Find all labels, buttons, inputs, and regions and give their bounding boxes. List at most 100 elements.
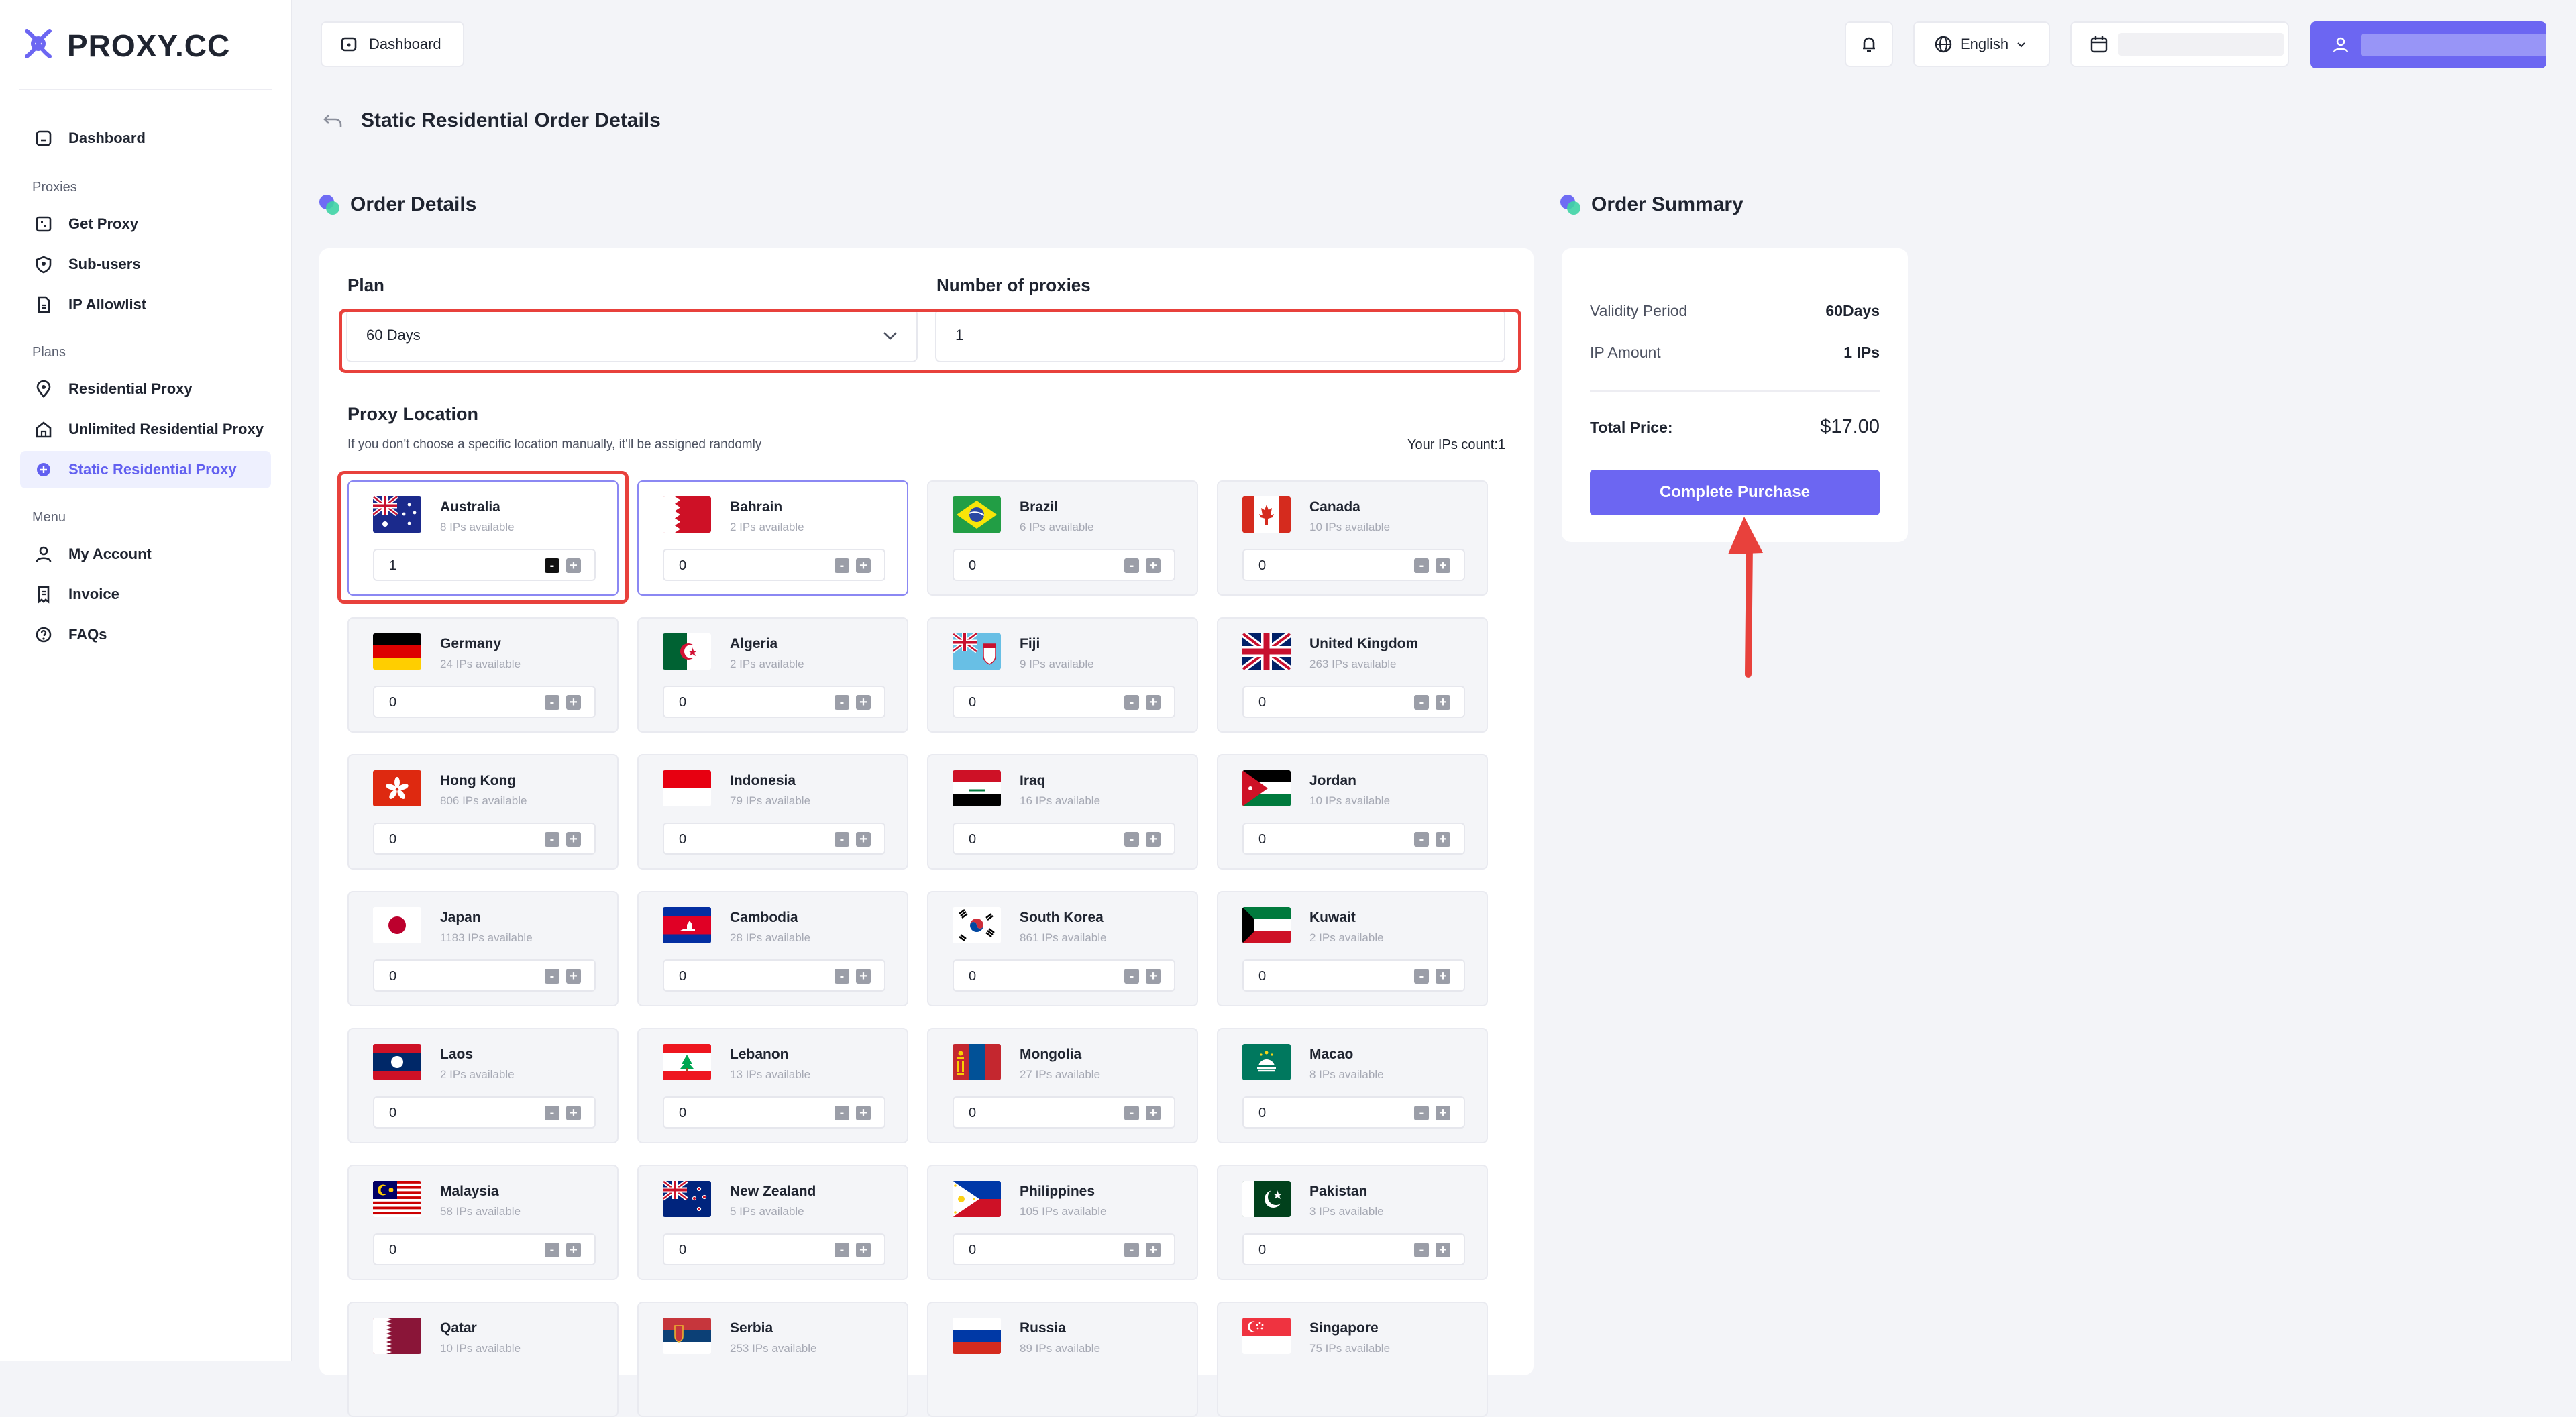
plan-select[interactable]: 60 Days [346,309,918,362]
sidebar-item-sub-users[interactable]: Sub-users [20,246,271,283]
num-proxies-input[interactable]: 1 [935,309,1505,362]
sidebar-item-my-account[interactable]: My Account [20,535,271,573]
increment-button[interactable]: + [1436,969,1450,984]
sidebar-item-ip-allowlist[interactable]: IP Allowlist [20,286,271,323]
quantity-stepper[interactable]: 0 - + [1242,549,1465,581]
decrement-button[interactable]: - [835,695,849,710]
account-button[interactable] [2310,21,2546,68]
decrement-button[interactable]: - [1414,1106,1429,1120]
decrement-button[interactable]: - [835,1106,849,1120]
increment-button[interactable]: + [1436,1106,1450,1120]
decrement-button[interactable]: - [1414,832,1429,847]
quantity-stepper[interactable]: 0 - + [1242,823,1465,855]
location-card-laos[interactable]: Laos 2 IPs available 0 - + [347,1028,619,1143]
decrement-button[interactable]: - [1414,695,1429,710]
increment-button[interactable]: + [1146,1106,1161,1120]
increment-button[interactable]: + [566,969,581,984]
location-card-mongolia[interactable]: Mongolia 27 IPs available 0 - + [927,1028,1198,1143]
increment-button[interactable]: + [1436,1243,1450,1257]
increment-button[interactable]: + [1436,832,1450,847]
quantity-stepper[interactable]: 0 - + [663,1096,885,1129]
notification-button[interactable] [1845,21,1893,67]
location-card-germany[interactable]: Germany 24 IPs available 0 - + [347,617,619,733]
quantity-stepper[interactable]: 0 - + [1242,959,1465,992]
location-card-algeria[interactable]: Algeria 2 IPs available 0 - + [637,617,908,733]
quantity-stepper[interactable]: 0 - + [663,686,885,718]
sidebar-item-faqs[interactable]: FAQs [20,616,271,653]
location-card-hong-kong[interactable]: Hong Kong 806 IPs available 0 - + [347,754,619,870]
quantity-stepper[interactable]: 0 - + [373,1233,596,1265]
quantity-stepper[interactable]: 0 - + [953,1233,1175,1265]
location-card-lebanon[interactable]: Lebanon 13 IPs available 0 - + [637,1028,908,1143]
decrement-button[interactable]: - [1414,558,1429,573]
increment-button[interactable]: + [856,1106,871,1120]
decrement-button[interactable]: - [545,832,559,847]
date-field[interactable] [2070,21,2289,67]
increment-button[interactable]: + [856,695,871,710]
location-card-jordan[interactable]: Jordan 10 IPs available 0 - + [1217,754,1488,870]
sidebar-item-residential-proxy[interactable]: Residential Proxy [20,370,271,408]
increment-button[interactable]: + [1146,969,1161,984]
location-card-brazil[interactable]: Brazil 6 IPs available 0 - + [927,480,1198,596]
location-card-new-zealand[interactable]: New Zealand 5 IPs available 0 - + [637,1165,908,1280]
increment-button[interactable]: + [856,969,871,984]
breadcrumb[interactable]: Dashboard [321,21,464,67]
quantity-stepper[interactable]: 0 - + [953,1096,1175,1129]
quantity-stepper[interactable]: 0 - + [373,1096,596,1129]
increment-button[interactable]: + [1436,558,1450,573]
quantity-stepper[interactable]: 0 - + [1242,686,1465,718]
decrement-button[interactable]: - [545,1243,559,1257]
sidebar-item-static-residential-proxy[interactable]: Static Residential Proxy [20,451,271,488]
increment-button[interactable]: + [1146,832,1161,847]
location-card-japan[interactable]: Japan 1183 IPs available 0 - + [347,891,619,1006]
location-card-singapore[interactable]: Singapore 75 IPs available [1217,1302,1488,1417]
quantity-stepper[interactable]: 0 - + [373,959,596,992]
decrement-button[interactable]: - [545,695,559,710]
location-card-fiji[interactable]: Fiji 9 IPs available 0 - + [927,617,1198,733]
language-select[interactable]: English [1913,21,2050,67]
increment-button[interactable]: + [566,832,581,847]
decrement-button[interactable]: - [835,1243,849,1257]
complete-purchase-button[interactable]: Complete Purchase [1590,470,1880,515]
location-card-united-kingdom[interactable]: United Kingdom 263 IPs available 0 - + [1217,617,1488,733]
increment-button[interactable]: + [1436,695,1450,710]
quantity-stepper[interactable]: 0 - + [373,686,596,718]
increment-button[interactable]: + [566,1243,581,1257]
decrement-button[interactable]: - [545,1106,559,1120]
location-card-kuwait[interactable]: Kuwait 2 IPs available 0 - + [1217,891,1488,1006]
decrement-button[interactable]: - [545,969,559,984]
location-card-philippines[interactable]: Philippines 105 IPs available 0 - + [927,1165,1198,1280]
location-card-pakistan[interactable]: Pakistan 3 IPs available 0 - + [1217,1165,1488,1280]
quantity-stepper[interactable]: 0 - + [663,1233,885,1265]
back-arrow-icon[interactable] [321,109,345,133]
location-card-qatar[interactable]: Qatar 10 IPs available [347,1302,619,1417]
decrement-button[interactable]: - [1414,1243,1429,1257]
brand-logo[interactable]: PROXY.CC [19,24,230,66]
location-card-macao[interactable]: Macao 8 IPs available 0 - + [1217,1028,1488,1143]
location-card-canada[interactable]: Canada 10 IPs available 0 - + [1217,480,1488,596]
quantity-stepper[interactable]: 0 - + [663,549,885,581]
decrement-button[interactable]: - [545,558,559,573]
increment-button[interactable]: + [856,558,871,573]
decrement-button[interactable]: - [1124,1106,1139,1120]
quantity-stepper[interactable]: 0 - + [1242,1233,1465,1265]
location-card-iraq[interactable]: Iraq 16 IPs available 0 - + [927,754,1198,870]
quantity-stepper[interactable]: 0 - + [953,959,1175,992]
decrement-button[interactable]: - [1124,969,1139,984]
quantity-stepper[interactable]: 0 - + [663,823,885,855]
quantity-stepper[interactable]: 0 - + [1242,1096,1465,1129]
sidebar-item-dashboard[interactable]: Dashboard [20,119,271,157]
decrement-button[interactable]: - [1124,558,1139,573]
quantity-stepper[interactable]: 0 - + [953,823,1175,855]
location-card-cambodia[interactable]: Cambodia 28 IPs available 0 - + [637,891,908,1006]
decrement-button[interactable]: - [1414,969,1429,984]
quantity-stepper[interactable]: 0 - + [953,686,1175,718]
quantity-stepper[interactable]: 0 - + [373,823,596,855]
location-card-russia[interactable]: Russia 89 IPs available [927,1302,1198,1417]
quantity-stepper[interactable]: 0 - + [663,959,885,992]
decrement-button[interactable]: - [1124,1243,1139,1257]
location-card-malaysia[interactable]: Malaysia 58 IPs available 0 - + [347,1165,619,1280]
increment-button[interactable]: + [856,1243,871,1257]
decrement-button[interactable]: - [835,558,849,573]
increment-button[interactable]: + [566,558,581,573]
